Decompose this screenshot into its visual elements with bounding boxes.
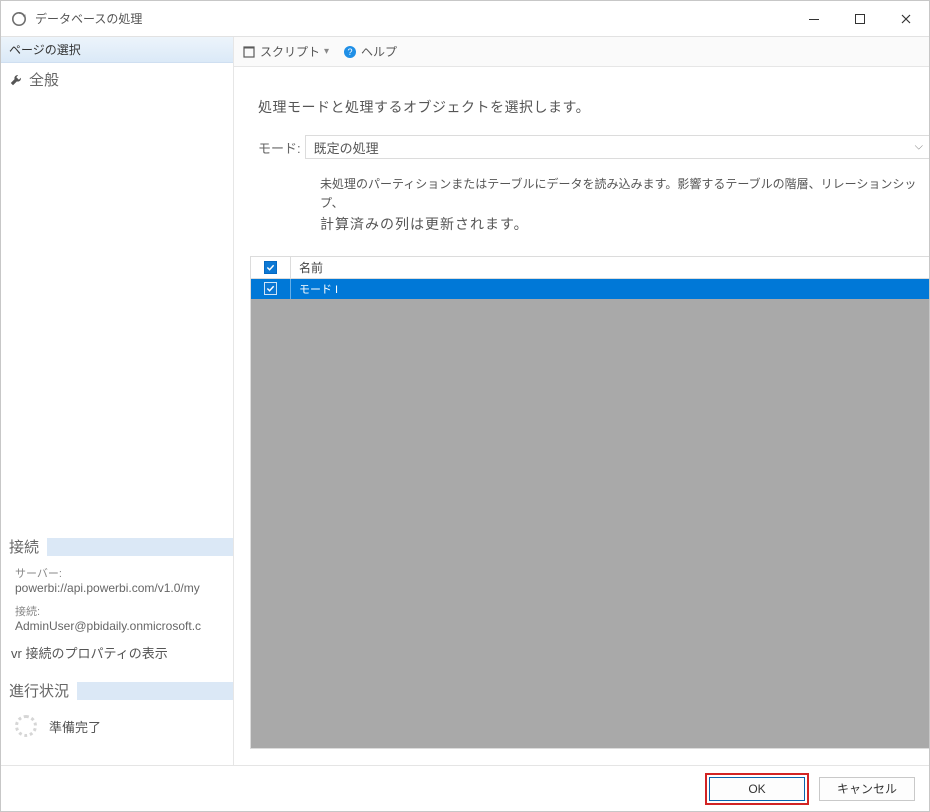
row-name: モード I xyxy=(291,279,929,299)
page-selection-header: ページの選択 xyxy=(1,37,233,63)
connection-value: AdminUser@pbidaily.onmicrosoft.c xyxy=(1,619,233,639)
checkbox-checked-icon xyxy=(264,282,277,295)
connection-label: 接続: xyxy=(1,601,233,619)
connection-section-title: 接続 xyxy=(1,530,47,563)
header-checkbox-cell[interactable] xyxy=(251,257,291,278)
dialog-footer: OK キャンセル xyxy=(1,765,929,811)
spinner-icon xyxy=(15,715,37,737)
mode-label: モード: xyxy=(258,138,305,157)
mode-select-value: 既定の処理 xyxy=(314,138,379,157)
script-icon xyxy=(242,45,256,59)
progress-section-title: 進行状況 xyxy=(1,674,77,707)
sidebar: ページの選択 全般 接続 サーバー: powerbi://api.powerbi… xyxy=(1,37,234,765)
mode-hint-line1: 未処理のパーティションまたはテーブルにデータを読み込みます。影響するテーブルの階… xyxy=(320,175,917,213)
help-button[interactable]: ? ヘルプ xyxy=(343,43,397,60)
dialog-body: ページの選択 全般 接続 サーバー: powerbi://api.powerbi… xyxy=(1,37,929,765)
connection-properties-link[interactable]: vr 接続のプロパティの表示 xyxy=(1,639,233,666)
mode-row: モード: 既定の処理 ⌵ xyxy=(250,135,929,165)
content-area: 処理モードと処理するオブジェクトを選択します。 モード: 既定の処理 ⌵ 未処理… xyxy=(234,67,929,765)
maximize-button[interactable] xyxy=(837,1,883,37)
ok-highlight: OK xyxy=(705,773,809,805)
main-panel: スクリプト ▾ ? ヘルプ 処理モードと処理するオブジェクトを選択します。 モー… xyxy=(234,37,929,765)
server-value: powerbi://api.powerbi.com/v1.0/my xyxy=(1,581,233,601)
header-name[interactable]: 名前 xyxy=(291,257,929,278)
wrench-icon xyxy=(9,73,23,87)
chevron-down-icon: ⌵ xyxy=(915,141,923,154)
dialog-window: データベースの処理 ページの選択 全般 接続 xyxy=(0,0,930,812)
close-button[interactable] xyxy=(883,1,929,37)
connection-stripe xyxy=(47,538,233,556)
server-label: サーバー: xyxy=(1,563,233,581)
mode-hint-line2: 計算済みの列は更新されます。 xyxy=(320,213,917,235)
row-checkbox-cell[interactable] xyxy=(251,279,291,299)
toolbar: スクリプト ▾ ? ヘルプ xyxy=(234,37,929,67)
script-menu[interactable]: スクリプト ▾ xyxy=(242,43,329,60)
objects-table: 名前 モード I xyxy=(250,256,929,749)
sidebar-page-general[interactable]: 全般 xyxy=(1,63,233,96)
help-label: ヘルプ xyxy=(361,43,397,60)
mode-hint: 未処理のパーティションまたはテーブルにデータを読み込みます。影響するテーブルの階… xyxy=(250,165,929,240)
mode-select[interactable]: 既定の処理 ⌵ xyxy=(305,135,929,159)
sidebar-page-label: 全般 xyxy=(29,69,59,90)
connection-section: 接続 サーバー: powerbi://api.powerbi.com/v1.0/… xyxy=(1,530,233,674)
help-icon: ? xyxy=(343,45,357,59)
minimize-button[interactable] xyxy=(791,1,837,37)
table-header: 名前 xyxy=(251,257,929,279)
progress-status: 準備完了 xyxy=(49,717,101,736)
cancel-button[interactable]: キャンセル xyxy=(819,777,915,801)
svg-text:?: ? xyxy=(348,47,353,57)
app-icon xyxy=(11,11,27,27)
table-row[interactable]: モード I xyxy=(251,279,929,299)
ok-button[interactable]: OK xyxy=(709,777,805,801)
progress-stripe xyxy=(77,682,233,700)
titlebar: データベースの処理 xyxy=(1,1,929,37)
checkbox-checked-icon xyxy=(264,261,277,274)
script-label: スクリプト xyxy=(260,43,320,60)
progress-section: 進行状況 準備完了 xyxy=(1,674,233,765)
instruction-text: 処理モードと処理するオブジェクトを選択します。 xyxy=(250,83,929,135)
window-title: データベースの処理 xyxy=(35,10,791,27)
chevron-down-icon: ▾ xyxy=(324,46,329,57)
